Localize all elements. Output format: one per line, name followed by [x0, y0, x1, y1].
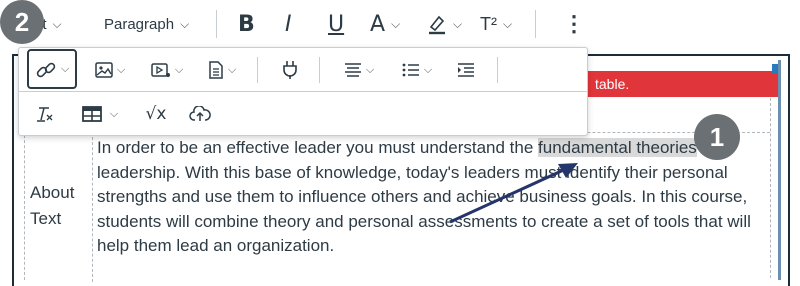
block-format-label: Paragraph [104, 15, 175, 33]
underline-icon: U [328, 11, 345, 37]
step-badge-number: 1 [709, 121, 725, 152]
alert-banner: table. [585, 71, 778, 97]
more-options-button[interactable]: ⋮ [563, 0, 585, 48]
plug-icon [282, 60, 298, 80]
align-button[interactable]: ⌵ [337, 53, 381, 87]
bold-icon: B [238, 11, 255, 37]
kebab-icon: ⋮ [563, 11, 585, 36]
toolbar-overflow-popup: ⌵ ⌵ ⌵ ⌵ ⌵ ⌵ ⌵ √x [18, 47, 588, 136]
table-button[interactable]: ⌵ [75, 97, 125, 131]
image-button[interactable]: ⌵ [89, 53, 131, 87]
align-icon [344, 63, 362, 77]
chevron-down-icon: ⌵ [174, 63, 184, 76]
chevron-down-icon: ⌵ [503, 16, 513, 31]
chevron-down-icon: ⌵ [116, 63, 126, 76]
clear-formatting-button[interactable] [29, 97, 61, 131]
chevron-down-icon: ⌵ [391, 16, 401, 31]
list-button[interactable]: ⌵ [395, 53, 439, 87]
step-badge-number: 2 [14, 6, 30, 37]
bulleted-list-icon [402, 63, 420, 77]
chevron-down-icon: ⌵ [180, 16, 190, 31]
bold-button[interactable]: B [238, 0, 255, 48]
table-cell-divider [92, 132, 93, 282]
table-icon [81, 106, 102, 122]
annotation-arrow [449, 163, 578, 224]
link-button[interactable]: ⌵ [27, 49, 77, 89]
equation-icon: √x [145, 104, 167, 124]
underline-button[interactable]: U [328, 0, 344, 48]
toolbar-separator [535, 10, 536, 38]
alert-text: table. [595, 76, 630, 92]
media-button[interactable]: ⌵ [145, 53, 189, 87]
media-icon [151, 62, 171, 78]
chevron-down-icon: ⌵ [61, 63, 70, 75]
indent-icon [457, 63, 475, 77]
chevron-down-icon: ⌵ [227, 63, 237, 76]
italic-icon: I [285, 11, 292, 37]
link-icon [36, 60, 56, 80]
indent-button[interactable] [451, 53, 481, 87]
cloud-upload-icon [189, 106, 211, 122]
toolbar-separator [216, 10, 217, 38]
chevron-down-icon: ⌵ [453, 16, 463, 31]
step-badge-1: 1 [694, 114, 740, 160]
document-icon [208, 61, 224, 79]
toolbar-separator [497, 57, 498, 83]
popup-row-divider [19, 91, 587, 92]
table-border [24, 130, 25, 280]
text-color-icon: A [370, 11, 386, 37]
chevron-down-icon: ⌵ [52, 16, 62, 31]
superscript-button[interactable]: T² ⌵ [480, 0, 512, 48]
toolbar-separator [319, 57, 320, 83]
italic-button[interactable]: I [285, 0, 292, 48]
table-cell-label[interactable]: About Text [30, 180, 90, 232]
equation-button[interactable]: √x [141, 97, 171, 131]
step-badge-2: 2 [0, 0, 44, 44]
table-selection-edge [778, 60, 781, 280]
superscript-icon: T² [480, 13, 497, 34]
highlighter-icon [427, 13, 447, 35]
image-icon [95, 62, 113, 78]
table-cell-content[interactable]: In order to be an effective leader you m… [97, 136, 769, 259]
table-border [770, 98, 771, 278]
block-format-menu[interactable]: Paragraph ⌵ [104, 0, 189, 48]
toolbar-separator [257, 57, 258, 83]
editor-toolbar: pt ⌵ Paragraph ⌵ B I U A ⌵ ⌵ T² ⌵ ⋮ [0, 0, 800, 48]
clear-formatting-icon [36, 106, 54, 122]
document-button[interactable]: ⌵ [201, 53, 243, 87]
upload-button[interactable] [185, 97, 215, 131]
chevron-down-icon: ⌵ [365, 63, 375, 76]
chevron-down-icon: ⌵ [423, 63, 433, 76]
apps-button[interactable] [275, 53, 305, 87]
chevron-down-icon: ⌵ [109, 107, 119, 120]
highlight-color-button[interactable]: ⌵ [427, 0, 462, 48]
